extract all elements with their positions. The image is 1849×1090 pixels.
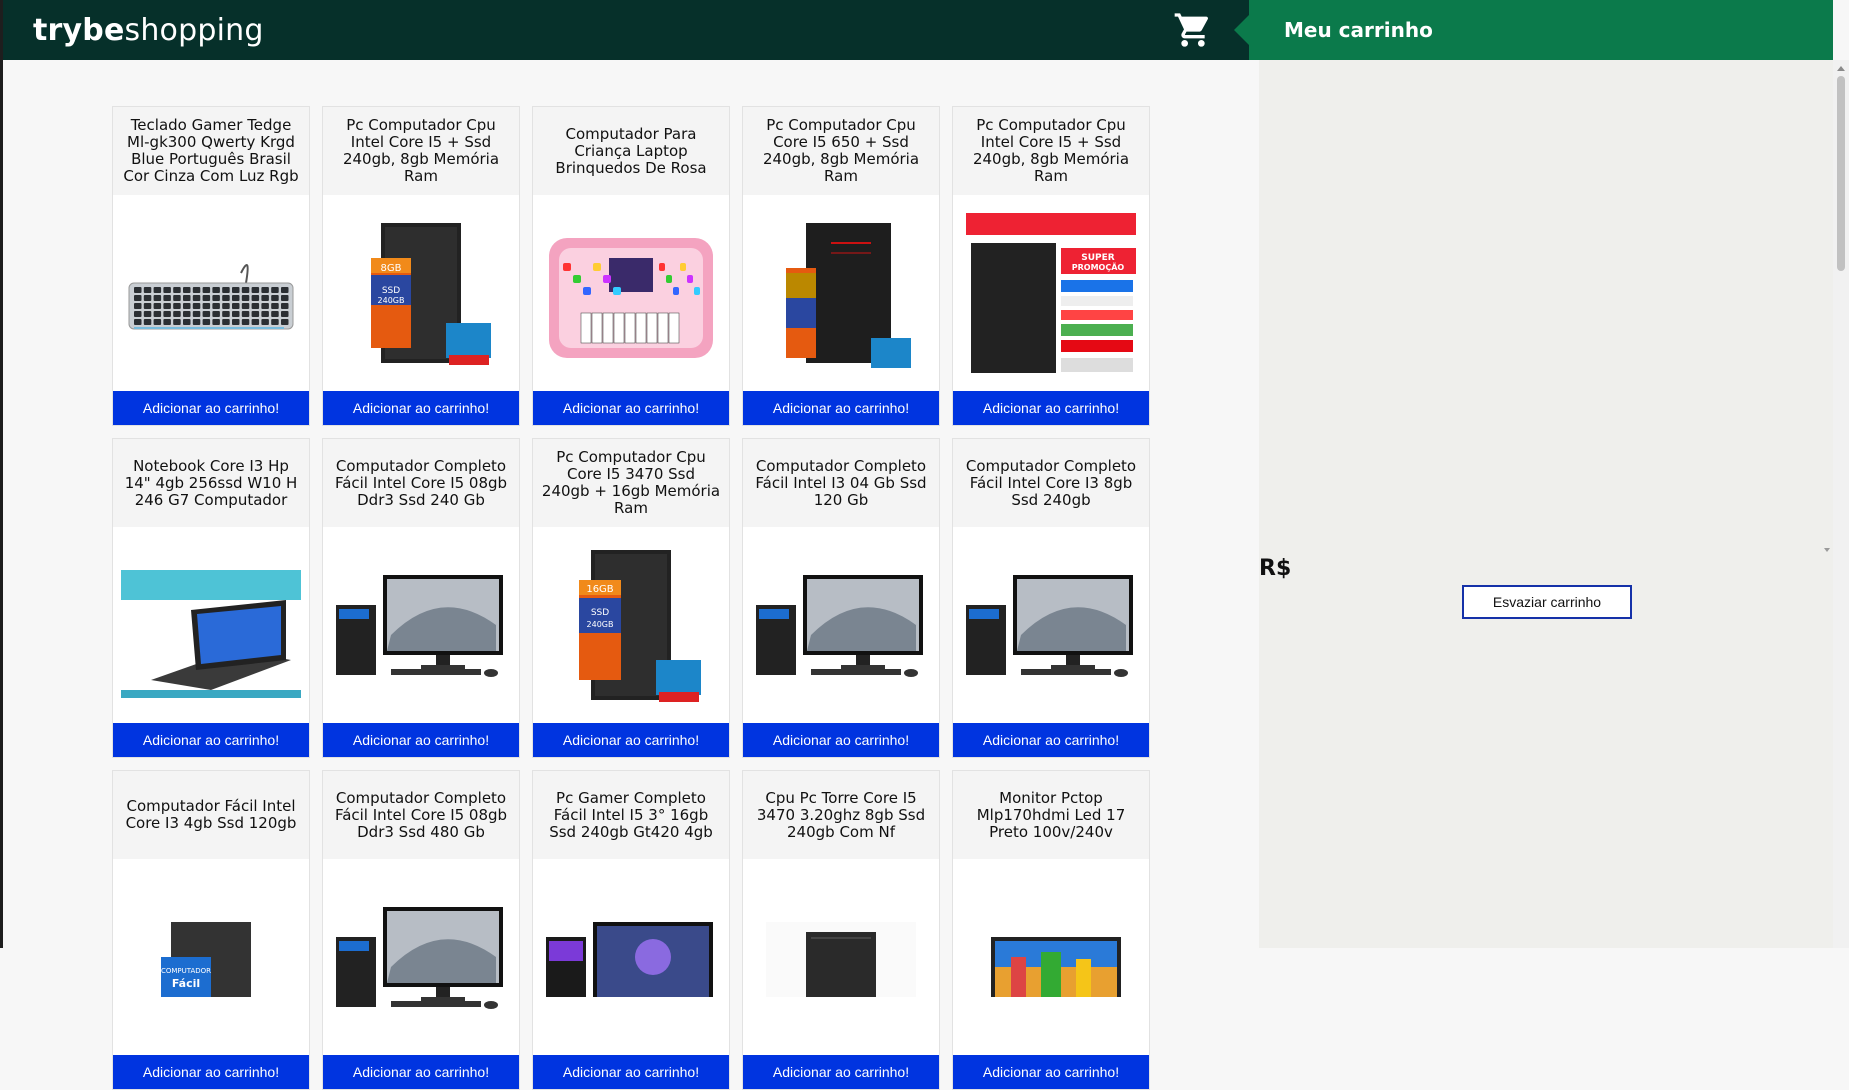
product-image: SUPER PROMOÇÃO bbox=[953, 195, 1149, 391]
product-title: Notebook Core I3 Hp 14" 4gb 256ssd W10 H… bbox=[113, 439, 309, 527]
add-to-cart-button[interactable]: Adicionar ao carrinho! bbox=[113, 1055, 309, 1089]
product-card: Notebook Core I3 Hp 14" 4gb 256ssd W10 H… bbox=[112, 438, 310, 758]
product-title: Computador Completo Fácil Intel Core I3 … bbox=[953, 439, 1149, 527]
scrollbar-thumb[interactable] bbox=[1837, 76, 1845, 271]
product-image bbox=[953, 527, 1149, 723]
product-card: Monitor Pctop Mlp170hdmi Led 17 Preto 10… bbox=[952, 770, 1150, 1090]
product-title: Teclado Gamer Tedge Ml-gk300 Qwerty Krgd… bbox=[113, 107, 309, 195]
window-edge bbox=[0, 0, 3, 948]
logo-bold: trybe bbox=[33, 12, 125, 48]
product-image bbox=[743, 859, 939, 1055]
svg-text:SSD: SSD bbox=[591, 608, 609, 618]
add-to-cart-button[interactable]: Adicionar ao carrinho! bbox=[533, 723, 729, 757]
product-image: COMPUTADOR Fácil bbox=[113, 859, 309, 1055]
add-to-cart-button[interactable]: Adicionar ao carrinho! bbox=[743, 723, 939, 757]
svg-text:Fácil: Fácil bbox=[172, 977, 200, 990]
add-to-cart-button[interactable]: Adicionar ao carrinho! bbox=[533, 1055, 729, 1089]
svg-text:SSD: SSD bbox=[382, 286, 400, 296]
svg-text:SUPER: SUPER bbox=[1081, 253, 1115, 263]
product-card: Computador Completo Fácil Intel Core I5 … bbox=[322, 770, 520, 1090]
product-title: Pc Computador Cpu Intel Core I5 + Ssd 24… bbox=[323, 107, 519, 195]
product-image bbox=[323, 859, 519, 1055]
product-title: Computador Completo Fácil Intel Core I5 … bbox=[323, 771, 519, 859]
product-image bbox=[533, 859, 729, 1055]
add-to-cart-button[interactable]: Adicionar ao carrinho! bbox=[953, 723, 1149, 757]
add-to-cart-button[interactable]: Adicionar ao carrinho! bbox=[113, 723, 309, 757]
product-title: Pc Gamer Completo Fácil Intel I5 3° 16gb… bbox=[533, 771, 729, 859]
product-card: Computador Completo Fácil Intel I3 04 Gb… bbox=[742, 438, 940, 758]
product-card: Computador Para Criança Laptop Brinquedo… bbox=[532, 106, 730, 426]
product-image bbox=[743, 195, 939, 391]
product-title: Monitor Pctop Mlp170hdmi Led 17 Preto 10… bbox=[953, 771, 1149, 859]
product-title: Cpu Pc Torre Core I5 3470 3.20ghz 8gb Ss… bbox=[743, 771, 939, 859]
cart-total-price: R$ bbox=[1259, 556, 1292, 581]
logo-light: shopping bbox=[124, 12, 264, 48]
shopping-cart-icon[interactable] bbox=[1172, 10, 1214, 50]
add-to-cart-button[interactable]: Adicionar ao carrinho! bbox=[113, 391, 309, 425]
product-card: Pc Computador Cpu Core I5 650 + Ssd 240g… bbox=[742, 106, 940, 426]
product-image bbox=[953, 859, 1149, 1055]
add-to-cart-button[interactable]: Adicionar ao carrinho! bbox=[743, 391, 939, 425]
svg-text:8GB: 8GB bbox=[381, 263, 402, 274]
product-grid: Teclado Gamer Tedge Ml-gk300 Qwerty Krgd… bbox=[112, 106, 1162, 1090]
product-card: Computador Fácil Intel Core I3 4gb Ssd 1… bbox=[112, 770, 310, 1090]
product-title: Computador Completo Fácil Intel Core I5 … bbox=[323, 439, 519, 527]
product-image: 8GB SSD 240GB bbox=[323, 195, 519, 391]
add-to-cart-button[interactable]: Adicionar ao carrinho! bbox=[323, 391, 519, 425]
add-to-cart-button[interactable]: Adicionar ao carrinho! bbox=[323, 723, 519, 757]
add-to-cart-button[interactable]: Adicionar ao carrinho! bbox=[323, 1055, 519, 1089]
svg-text:PROMOÇÃO: PROMOÇÃO bbox=[1072, 262, 1125, 272]
cart-title: Meu carrinho bbox=[1284, 18, 1433, 42]
product-title: Computador Para Criança Laptop Brinquedo… bbox=[533, 107, 729, 195]
cart-header: Meu carrinho bbox=[1249, 0, 1833, 60]
scroll-up-arrow-icon[interactable] bbox=[1837, 66, 1845, 71]
product-card: Cpu Pc Torre Core I5 3470 3.20ghz 8gb Ss… bbox=[742, 770, 940, 1090]
scroll-down-arrow-icon[interactable] bbox=[1824, 548, 1830, 552]
product-title: Computador Completo Fácil Intel I3 04 Gb… bbox=[743, 439, 939, 527]
product-title: Pc Computador Cpu Core I5 3470 Ssd 240gb… bbox=[533, 439, 729, 527]
add-to-cart-button[interactable]: Adicionar ao carrinho! bbox=[953, 391, 1149, 425]
product-title: Pc Computador Cpu Core I5 650 + Ssd 240g… bbox=[743, 107, 939, 195]
add-to-cart-button[interactable]: Adicionar ao carrinho! bbox=[743, 1055, 939, 1089]
product-card: Pc Computador Cpu Intel Core I5 + Ssd 24… bbox=[952, 106, 1150, 426]
product-card: Computador Completo Fácil Intel Core I5 … bbox=[322, 438, 520, 758]
product-image bbox=[323, 527, 519, 723]
add-to-cart-button[interactable]: Adicionar ao carrinho! bbox=[533, 391, 729, 425]
svg-text:240GB: 240GB bbox=[587, 620, 614, 629]
product-card: Pc Computador Cpu Core I5 3470 Ssd 240gb… bbox=[532, 438, 730, 758]
svg-text:COMPUTADOR: COMPUTADOR bbox=[161, 967, 211, 975]
product-image bbox=[533, 195, 729, 391]
cart-pointer bbox=[1234, 15, 1249, 45]
product-card: Pc Computador Cpu Intel Core I5 + Ssd 24… bbox=[322, 106, 520, 426]
logo[interactable]: trybeshopping bbox=[33, 13, 264, 48]
product-image bbox=[743, 527, 939, 723]
product-image bbox=[113, 195, 309, 391]
empty-cart-button[interactable]: Esvaziar carrinho bbox=[1462, 585, 1632, 619]
cart-items-list bbox=[1259, 60, 1833, 948]
product-card: Computador Completo Fácil Intel Core I3 … bbox=[952, 438, 1150, 758]
svg-text:16GB: 16GB bbox=[586, 584, 613, 595]
header: trybeshopping bbox=[3, 0, 1249, 60]
product-image bbox=[113, 527, 309, 723]
product-image: 16GB SSD 240GB bbox=[533, 527, 729, 723]
product-title: Computador Fácil Intel Core I3 4gb Ssd 1… bbox=[113, 771, 309, 859]
product-card: Teclado Gamer Tedge Ml-gk300 Qwerty Krgd… bbox=[112, 106, 310, 426]
product-title: Pc Computador Cpu Intel Core I5 + Ssd 24… bbox=[953, 107, 1149, 195]
product-card: Pc Gamer Completo Fácil Intel I5 3° 16gb… bbox=[532, 770, 730, 1090]
svg-text:240GB: 240GB bbox=[378, 296, 405, 305]
add-to-cart-button[interactable]: Adicionar ao carrinho! bbox=[953, 1055, 1149, 1089]
